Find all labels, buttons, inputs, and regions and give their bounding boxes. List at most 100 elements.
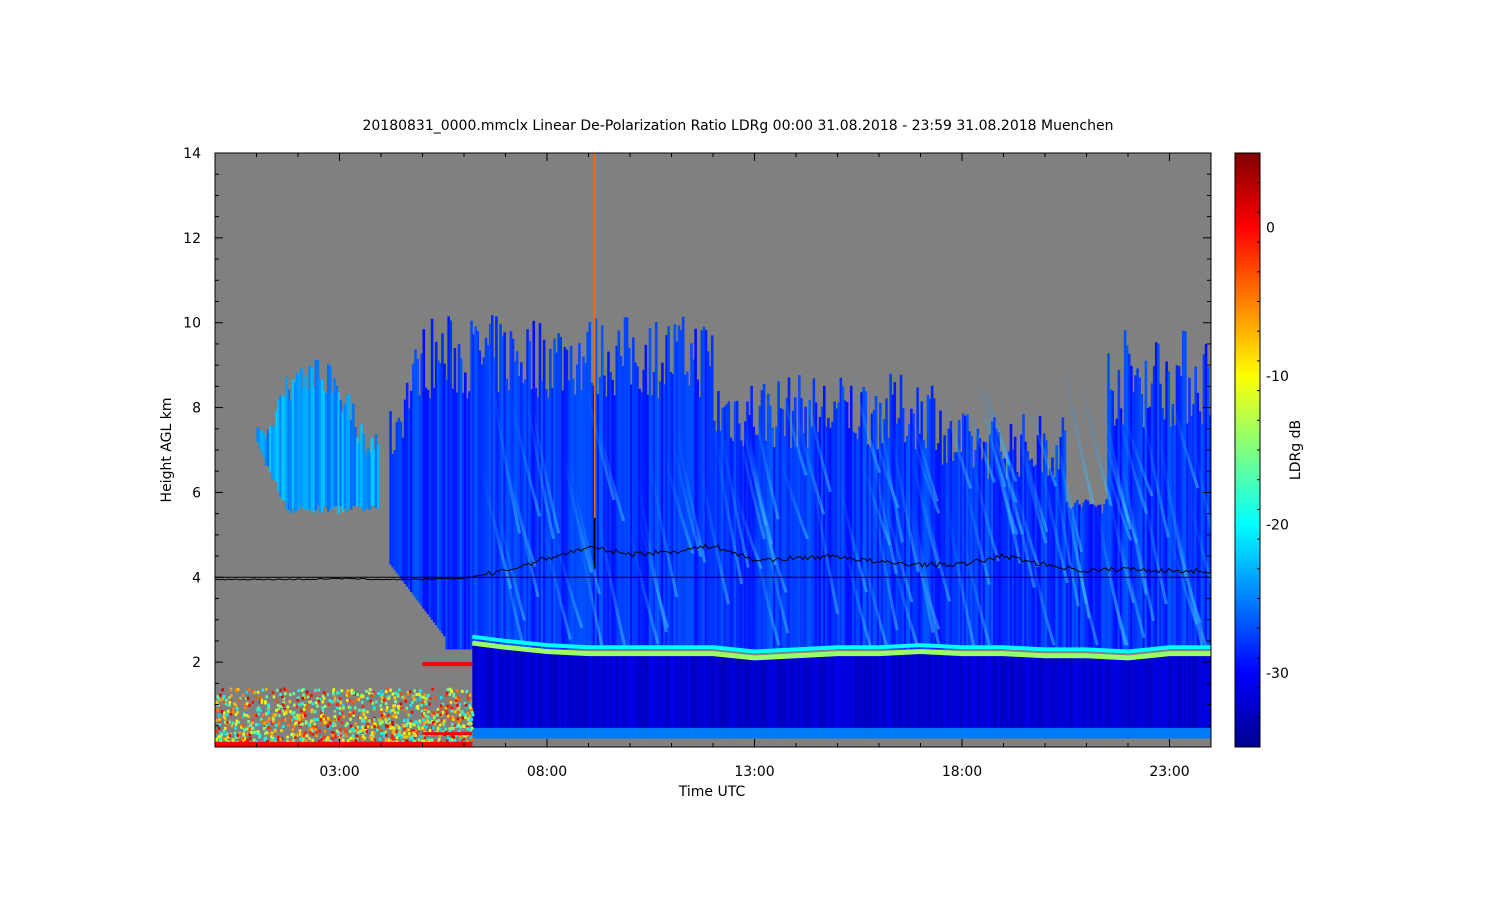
clutter-pixel (265, 695, 268, 699)
clutter-pixel (349, 724, 353, 728)
clutter-pixel (412, 695, 415, 699)
clutter-pixel (440, 718, 443, 722)
clutter-pixel (357, 698, 360, 702)
clutter-pixel (248, 703, 251, 707)
clutter-pixel (390, 725, 394, 729)
clutter-pixel (272, 695, 276, 699)
clutter-pixel (335, 703, 339, 707)
clutter-pixel (450, 689, 453, 693)
clutter-pixel (449, 739, 452, 743)
clutter-pixel (446, 714, 450, 718)
clutter-pixel (457, 720, 460, 724)
clutter-pixel (216, 708, 219, 712)
y-tick-label: 14 (183, 146, 201, 162)
clutter-pixel (255, 714, 258, 718)
clutter-pixel (439, 707, 443, 711)
clutter-pixel (254, 723, 258, 727)
clutter-pixel (437, 719, 441, 723)
clutter-pixel (422, 718, 425, 722)
clutter-pixel (333, 695, 337, 699)
clutter-pixel (317, 699, 321, 703)
clutter-pixel (316, 718, 319, 722)
clutter-pixel (423, 693, 426, 697)
clutter-pixel (275, 708, 278, 712)
clutter-pixel (387, 717, 391, 721)
clutter-pixel (409, 713, 412, 717)
clutter-pixel (314, 727, 317, 731)
clutter-pixel (326, 724, 330, 728)
clutter-pixel (263, 738, 266, 742)
chart-title: 20180831_0000.mmclx Linear De-Polarizati… (362, 118, 1113, 134)
clutter-pixel (304, 738, 308, 742)
clutter-pixel (425, 697, 428, 701)
clutter-pixel (298, 729, 302, 733)
clutter-pixel (308, 737, 311, 741)
clutter-pixel (421, 701, 424, 705)
clutter-pixel (408, 690, 412, 694)
clutter-pixel (338, 712, 342, 716)
clutter-pixel (321, 722, 324, 726)
clutter-pixel (381, 693, 384, 697)
clutter-pixel (419, 695, 423, 699)
clutter-pixel (366, 696, 369, 700)
clutter-pixel (223, 732, 226, 736)
clutter-pixel (387, 697, 391, 701)
clutter-pixel (344, 731, 347, 735)
clutter-pixel (295, 705, 299, 709)
clutter-pixel (366, 722, 370, 726)
clutter-pixel (406, 692, 410, 696)
clutter-pixel (411, 723, 414, 727)
clutter-pixel (309, 700, 313, 704)
clutter-pixel (349, 736, 353, 740)
clutter-pixel (459, 725, 463, 729)
clutter-pixel (368, 688, 372, 692)
clutter-pixel (304, 720, 308, 724)
clutter-pixel (335, 706, 339, 710)
clutter-pixel (395, 736, 399, 740)
clutter-pixel (247, 687, 251, 691)
clutter-pixel (255, 696, 258, 700)
clutter-pixel (338, 706, 342, 710)
clutter-pixel (327, 738, 330, 742)
clutter-pixel (394, 715, 398, 719)
clutter-pixel (278, 714, 281, 718)
clutter-pixel (322, 717, 325, 721)
clutter-pixel (226, 732, 229, 736)
clutter-pixel (365, 689, 368, 693)
clutter-pixel (424, 706, 427, 710)
clutter-pixel (404, 699, 408, 703)
clutter-pixel (226, 709, 230, 713)
clutter-pixel (313, 717, 317, 721)
clutter-pixel (346, 698, 349, 702)
clutter-pixel (298, 718, 301, 722)
clutter-pixel (461, 689, 464, 693)
clutter-pixel (448, 692, 451, 696)
clutter-pixel (358, 725, 362, 729)
clutter-pixel (331, 730, 334, 734)
clutter-pixel (471, 737, 474, 741)
clutter-pixel (337, 717, 340, 721)
clutter-pixel (301, 722, 304, 726)
clutter-pixel (425, 725, 429, 729)
clutter-pixel (287, 723, 290, 727)
clutter-pixel (267, 711, 270, 715)
clutter-pixel (246, 732, 249, 736)
clutter-pixel (432, 712, 435, 716)
clutter-pixel (433, 696, 437, 700)
clutter-pixel (340, 721, 344, 725)
ldr-chart: 20180831_0000.mmclx Linear De-Polarizati… (159, 118, 1304, 800)
clutter-pixel (368, 691, 371, 695)
clutter-pixel (450, 706, 454, 710)
clutter-pixel (354, 739, 358, 743)
clutter-pixel (446, 688, 450, 692)
clutter-pixel (393, 696, 397, 700)
clutter-pixel (403, 709, 407, 713)
clutter-pixel (410, 710, 414, 714)
clutter-pixel (256, 708, 259, 712)
clutter-pixel (433, 715, 436, 719)
clutter-pixel (323, 704, 327, 708)
clutter-pixel (279, 737, 282, 741)
clutter-pixel (219, 698, 222, 702)
clutter-pixel (251, 721, 254, 725)
clutter-pixel (320, 714, 323, 718)
